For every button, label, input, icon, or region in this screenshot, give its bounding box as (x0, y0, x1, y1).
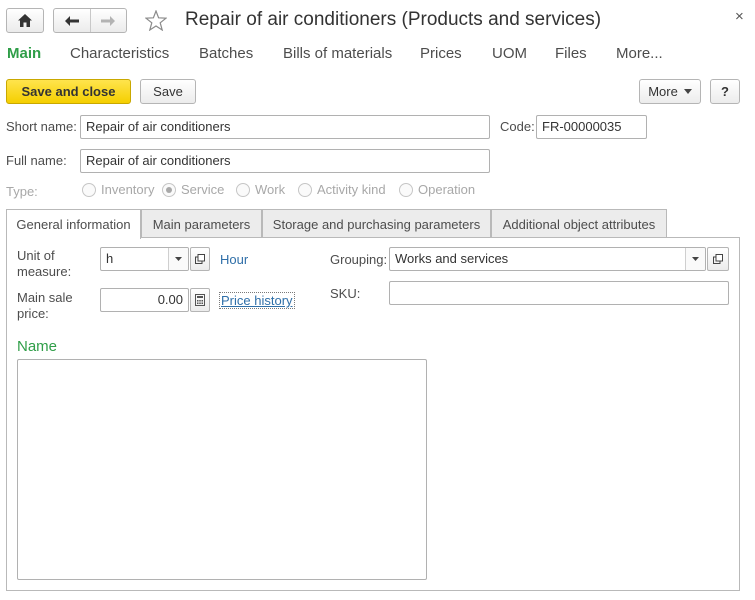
main-sale-price-field[interactable]: 0.00 (100, 288, 189, 312)
full-name-label: Full name: (6, 153, 67, 168)
radio-circle (82, 182, 96, 197)
uom-value: h (106, 251, 114, 266)
price-label-line1: Main sale (17, 290, 73, 305)
arrow-left-icon (64, 15, 79, 26)
more-label: More (648, 84, 678, 99)
calculator-button[interactable] (190, 288, 210, 312)
home-icon (18, 14, 32, 27)
uom-label-line1: Unit of (17, 248, 55, 263)
radio-circle (236, 182, 250, 197)
type-label: Type: (6, 184, 38, 199)
save-button[interactable]: Save (140, 79, 196, 104)
section-more[interactable]: More... (616, 45, 663, 62)
price-history-link[interactable]: Price history (219, 292, 295, 309)
help-button[interactable]: ? (710, 79, 740, 104)
type-radio-operation[interactable]: Operation (399, 182, 475, 197)
short-name-label: Short name: (6, 119, 77, 134)
sku-label: SKU: (330, 286, 361, 301)
type-radio-inventory[interactable]: Inventory (82, 182, 154, 197)
uom-label-line2: measure: (17, 264, 72, 279)
star-icon[interactable] (145, 10, 167, 31)
uom-combo[interactable]: h (100, 247, 189, 271)
chevron-down-icon (692, 257, 699, 261)
full-name-field[interactable]: Repair of air conditioners (80, 149, 490, 173)
price-label-line2: price: (17, 306, 49, 321)
short-name-field[interactable]: Repair of air conditioners (80, 115, 490, 139)
arrow-right-icon (101, 15, 116, 26)
radio-label: Work (255, 182, 286, 197)
close-icon[interactable]: × (735, 8, 744, 25)
name-textarea[interactable] (17, 359, 427, 580)
radio-label: Inventory (101, 182, 155, 197)
chevron-down-icon (175, 257, 182, 261)
name-group-title: Name (17, 338, 58, 355)
radio-circle-selected (162, 182, 176, 197)
type-radio-work[interactable]: Work (236, 182, 285, 197)
forward-button[interactable] (91, 9, 127, 32)
grouping-label: Grouping: (330, 252, 388, 267)
radio-circle (399, 182, 413, 197)
uom-dropdown-button[interactable] (168, 248, 188, 270)
type-radio-activity-kind[interactable]: Activity kind (298, 182, 386, 197)
radio-label: Service (181, 182, 225, 197)
section-files[interactable]: Files (555, 45, 587, 62)
uom-open-button[interactable] (190, 247, 210, 271)
grouping-value: Works and services (395, 251, 509, 266)
grouping-combo[interactable]: Works and services (389, 247, 706, 271)
tab-main-parameters[interactable]: Main parameters (141, 209, 262, 238)
sku-field[interactable] (389, 281, 729, 305)
section-main[interactable]: Main (7, 45, 41, 62)
save-and-close-button[interactable]: Save and close (6, 79, 131, 104)
chevron-down-icon (683, 89, 692, 94)
section-bills-of-materials[interactable]: Bills of materials (283, 45, 392, 62)
radio-label: Activity kind (317, 182, 386, 197)
page-title: Repair of air conditioners (Products and… (185, 9, 602, 30)
section-uom[interactable]: UOM (492, 45, 527, 62)
open-window-icon (195, 254, 205, 264)
tab-general-information[interactable]: General information (6, 209, 141, 239)
section-batches[interactable]: Batches (199, 45, 253, 62)
tab-additional-attributes[interactable]: Additional object attributes (491, 209, 667, 238)
section-prices[interactable]: Prices (420, 45, 462, 62)
grouping-open-button[interactable] (707, 247, 729, 271)
code-label: Code: (500, 119, 535, 134)
section-characteristics[interactable]: Characteristics (70, 45, 169, 62)
grouping-dropdown-button[interactable] (685, 248, 705, 270)
radio-circle (298, 182, 312, 197)
back-button[interactable] (54, 9, 91, 32)
tab-storage-and-purchasing[interactable]: Storage and purchasing parameters (262, 209, 491, 238)
more-menu-button[interactable]: More (639, 79, 701, 104)
code-field[interactable]: FR-00000035 (536, 115, 647, 139)
home-button[interactable] (6, 8, 44, 33)
calculator-icon (195, 294, 205, 306)
radio-label: Operation (418, 182, 476, 197)
history-navigation (53, 8, 127, 33)
uom-description: Hour (220, 252, 249, 267)
open-window-icon (713, 254, 723, 264)
type-radio-service[interactable]: Service (162, 182, 224, 197)
